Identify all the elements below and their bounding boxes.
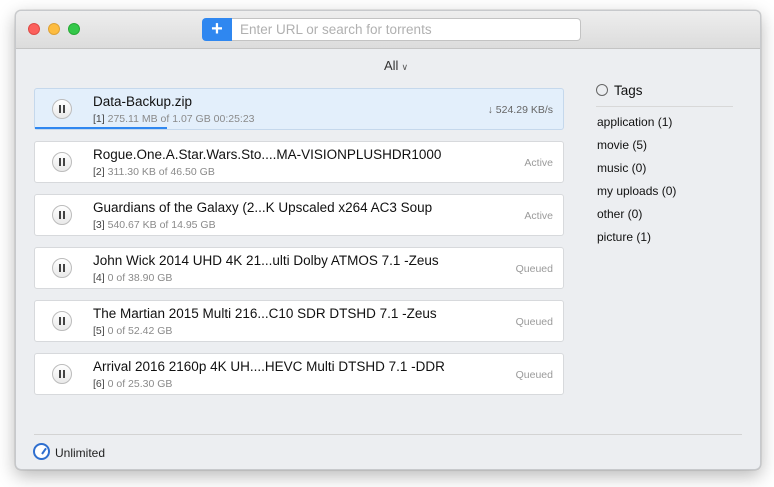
speedometer-icon[interactable] xyxy=(33,443,50,460)
pause-icon[interactable] xyxy=(52,311,72,331)
tag-item-movie[interactable]: movie (5) xyxy=(597,138,647,152)
filter-label: All xyxy=(384,58,399,73)
add-torrent-button[interactable]: + xyxy=(202,18,232,41)
torrent-index: [6] xyxy=(93,378,105,390)
torrent-status: Active xyxy=(524,157,553,169)
zoom-window-button[interactable] xyxy=(68,23,80,35)
torrent-name: The Martian 2015 Multi 216...C10 SDR DTS… xyxy=(93,306,437,321)
tags-title: Tags xyxy=(614,83,643,98)
torrent-index: [3] xyxy=(93,219,105,231)
tag-item-my-uploads[interactable]: my uploads (0) xyxy=(597,184,676,198)
minimize-window-button[interactable] xyxy=(48,23,60,35)
torrent-row[interactable]: John Wick 2014 UHD 4K 21...ulti Dolby AT… xyxy=(34,247,564,289)
torrent-row[interactable]: Guardians of the Galaxy (2...K Upscaled … xyxy=(34,194,564,236)
torrent-index: [1] xyxy=(93,113,105,125)
pause-icon[interactable] xyxy=(52,152,72,172)
close-window-button[interactable] xyxy=(28,23,40,35)
torrent-row[interactable]: Arrival 2016 2160p 4K UH....HEVC Multi D… xyxy=(34,353,564,395)
torrent-status: Queued xyxy=(515,369,553,381)
filter-dropdown[interactable]: All ∨ xyxy=(384,58,408,73)
torrent-index: [2] xyxy=(93,166,105,178)
tag-item-music[interactable]: music (0) xyxy=(597,161,646,175)
torrent-info: [4] 0 of 38.90 GB xyxy=(93,272,172,284)
torrent-index: [5] xyxy=(93,325,105,337)
torrent-row[interactable]: Rogue.One.A.Star.Wars.Sto....MA-VISIONPL… xyxy=(34,141,564,183)
tags-divider xyxy=(596,106,733,107)
torrent-size: 0 of 38.90 GB xyxy=(107,272,173,284)
download-speed: ↓ 524.29 KB/s xyxy=(487,104,553,116)
torrent-size: 0 of 52.42 GB xyxy=(107,325,173,337)
torrent-info: [5] 0 of 52.42 GB xyxy=(93,325,172,337)
torrent-info: [1] 275.11 MB of 1.07 GB 00:25:23 xyxy=(93,113,255,125)
torrent-status: Queued xyxy=(515,316,553,328)
torrent-info: [3] 540.67 KB of 14.95 GB xyxy=(93,219,216,231)
progress-bar xyxy=(35,127,167,129)
tags-header: Tags xyxy=(596,83,643,98)
torrent-status: Active xyxy=(524,210,553,222)
torrent-row[interactable]: The Martian 2015 Multi 216...C10 SDR DTS… xyxy=(34,300,564,342)
tag-item-picture[interactable]: picture (1) xyxy=(597,230,651,244)
torrent-size: 275.11 MB of 1.07 GB 00:25:23 xyxy=(107,113,255,125)
torrent-status: Queued xyxy=(515,263,553,275)
pause-icon[interactable] xyxy=(52,99,72,119)
torrent-row[interactable]: Data-Backup.zip [1] 275.11 MB of 1.07 GB… xyxy=(34,88,564,130)
torrent-name: Rogue.One.A.Star.Wars.Sto....MA-VISIONPL… xyxy=(93,147,442,162)
pause-icon[interactable] xyxy=(52,258,72,278)
app-window: + All∨ Data-Backup.zip [1] 275.11 MB of … xyxy=(15,10,761,470)
title-bar: + xyxy=(16,11,760,49)
torrent-size: 311.30 KB of 46.50 GB xyxy=(107,166,215,178)
torrent-size: 0 of 25.30 GB xyxy=(107,378,173,390)
tag-item-application[interactable]: application (1) xyxy=(597,115,672,129)
search-input[interactable] xyxy=(232,18,581,41)
torrent-name: Arrival 2016 2160p 4K UH....HEVC Multi D… xyxy=(93,359,445,374)
pause-icon[interactable] xyxy=(52,364,72,384)
torrent-name: Guardians of the Galaxy (2...K Upscaled … xyxy=(93,200,433,215)
torrent-index: [4] xyxy=(93,272,105,284)
torrent-name: Data-Backup.zip xyxy=(93,94,193,109)
torrent-info: [6] 0 of 25.30 GB xyxy=(93,378,172,390)
torrent-name: John Wick 2014 UHD 4K 21...ulti Dolby AT… xyxy=(93,253,439,268)
tag-item-other[interactable]: other (0) xyxy=(597,207,642,221)
torrent-info: [2] 311.30 KB of 46.50 GB xyxy=(93,166,215,178)
pause-icon[interactable] xyxy=(52,205,72,225)
footer-divider xyxy=(34,434,742,435)
torrent-size: 540.67 KB of 14.95 GB xyxy=(107,219,216,231)
tag-icon xyxy=(596,84,608,96)
speed-limit-label[interactable]: Unlimited xyxy=(55,446,105,460)
chevron-down-icon: ∨ xyxy=(401,62,409,72)
